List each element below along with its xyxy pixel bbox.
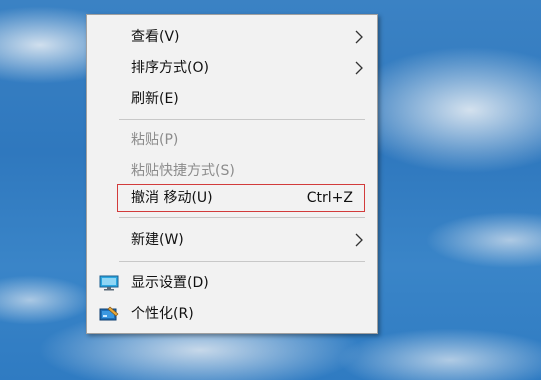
- menu-item-refresh[interactable]: 刷新(E): [87, 85, 377, 113]
- menu-item-sort-by[interactable]: 排序方式(O): [87, 54, 377, 82]
- menu-item-new[interactable]: 新建(W): [87, 226, 377, 254]
- menu-item-undo-move[interactable]: 撤消 移动(U) Ctrl+Z: [87, 184, 377, 212]
- menu-item-paste[interactable]: 粘贴(P): [87, 126, 377, 154]
- menu-item-label: 排序方式(O): [131, 60, 209, 76]
- desktop-context-menu: 查看(V) 排序方式(O) 刷新(E) 粘贴(P) 粘贴快捷方式(S) 撤消 移…: [86, 14, 378, 334]
- menu-item-label: 新建(W): [131, 232, 184, 248]
- menu-item-shortcut: Ctrl+Z: [306, 190, 353, 206]
- chevron-right-icon: [355, 233, 363, 247]
- display-settings-icon: [99, 275, 119, 291]
- menu-item-label: 粘贴(P): [131, 132, 179, 148]
- menu-item-display-settings[interactable]: 显示设置(D): [87, 269, 377, 297]
- menu-item-label: 个性化(R): [131, 306, 194, 322]
- menu-item-label: 刷新(E): [131, 91, 179, 107]
- menu-item-personalize[interactable]: 个性化(R): [87, 300, 377, 328]
- menu-item-label: 查看(V): [131, 29, 180, 45]
- menu-item-paste-shortcut[interactable]: 粘贴快捷方式(S): [87, 157, 377, 185]
- menu-item-label: 撤消 移动(U): [131, 190, 213, 206]
- personalize-icon: [99, 306, 119, 321]
- menu-separator: [119, 119, 365, 120]
- chevron-right-icon: [355, 61, 363, 75]
- menu-item-view[interactable]: 查看(V): [87, 23, 377, 51]
- menu-separator: [119, 217, 365, 218]
- menu-item-label: 粘贴快捷方式(S): [131, 163, 235, 179]
- menu-separator: [119, 261, 365, 262]
- chevron-right-icon: [355, 30, 363, 44]
- menu-item-label: 显示设置(D): [131, 275, 209, 291]
